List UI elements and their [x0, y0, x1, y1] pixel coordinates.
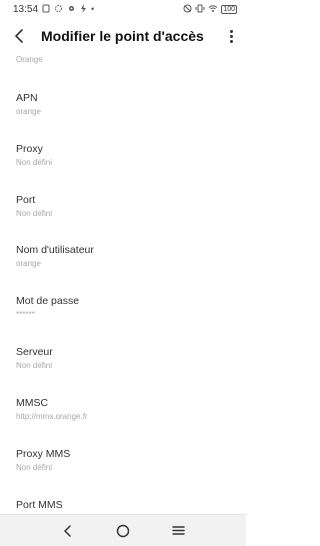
nav-recents-button[interactable] — [167, 520, 189, 542]
dot-icon: • — [91, 4, 95, 14]
nav-home-button[interactable] — [112, 520, 134, 542]
back-button[interactable] — [8, 25, 30, 47]
list-item-value: Orange — [16, 55, 43, 64]
status-time: 13:54 — [13, 3, 39, 15]
notification-icon — [42, 4, 50, 15]
list-item-label: Port MMS — [16, 499, 63, 511]
nav-back-button[interactable] — [57, 520, 79, 542]
list-item-port[interactable]: Port Non défini — [0, 194, 246, 242]
list-item-label: Proxy MMS — [16, 448, 71, 460]
list-item-proxy[interactable]: Proxy Non défini — [0, 143, 246, 191]
list-item-value: ****** — [16, 310, 35, 319]
more-options-button[interactable] — [224, 26, 238, 46]
list-item-server[interactable]: Serveur Non défini — [0, 346, 246, 394]
list-item-value: Non défini — [16, 361, 53, 370]
list-item-mms-port[interactable]: Port MMS — [0, 499, 246, 512]
settings-list[interactable]: Orange APN orange Proxy Non défini Port … — [0, 52, 246, 512]
recents-nav-icon — [172, 526, 185, 535]
home-nav-icon — [116, 524, 130, 537]
charge-icon — [80, 3, 87, 15]
settings-icon — [54, 4, 63, 15]
wifi-icon — [208, 4, 218, 15]
mute-icon — [183, 4, 192, 15]
list-item-value: orange — [16, 259, 41, 268]
status-left: 13:54 • — [13, 3, 95, 15]
list-item-mmsc[interactable]: MMSC http://mms.orange.fr — [0, 397, 246, 445]
status-bar: 13:54 • 100 — [0, 0, 246, 18]
list-item-label: Mot de passe — [16, 295, 80, 307]
list-item-label: Proxy — [16, 143, 43, 155]
list-item-label: Serveur — [16, 346, 53, 358]
back-nav-icon — [63, 524, 71, 537]
list-item-value: orange — [16, 107, 41, 116]
page-title: Modifier le point d'accès — [41, 28, 204, 44]
list-item-label: APN — [16, 92, 38, 104]
list-item-value: Non défini — [16, 463, 53, 472]
more-vert-icon — [229, 29, 233, 33]
arrow-back-icon — [15, 29, 23, 43]
battery-icon: 100 — [221, 4, 237, 14]
list-item-label: Port — [16, 194, 36, 206]
list-item-value: http://mms.orange.fr — [16, 412, 88, 421]
status-right: 100 — [183, 4, 237, 15]
gear-icon — [67, 4, 76, 15]
app-bar: Modifier le point d'accès — [0, 22, 246, 50]
list-item-apn[interactable]: APN orange — [0, 92, 246, 140]
list-item-value: Non défini — [16, 158, 53, 167]
list-item-value: Non défini — [16, 209, 53, 218]
list-item-password[interactable]: Mot de passe ****** — [0, 295, 246, 343]
list-item-username[interactable]: Nom d'utilisateur orange — [0, 244, 246, 292]
vibrate-icon — [195, 4, 205, 15]
navigation-bar — [0, 514, 246, 546]
list-item-mms-proxy[interactable]: Proxy MMS Non défini — [0, 448, 246, 496]
list-item-label: Nom d'utilisateur — [16, 244, 94, 256]
list-item-label: MMSC — [16, 397, 49, 409]
